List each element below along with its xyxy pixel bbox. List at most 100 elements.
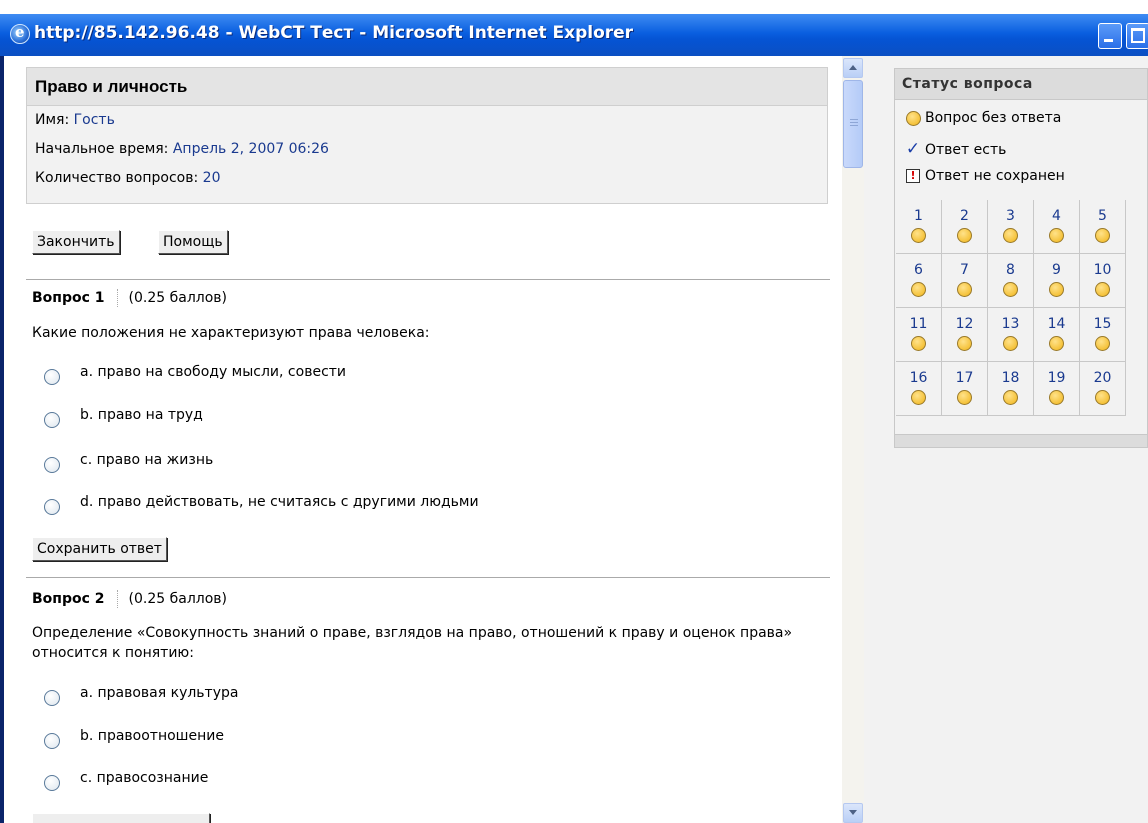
unanswered-circle-icon (1095, 227, 1110, 243)
radio-button[interactable] (44, 733, 60, 749)
question-number[interactable]: 16 (896, 370, 941, 386)
question-number[interactable]: 1 (896, 208, 941, 224)
question-link-20[interactable]: 20 (1080, 362, 1126, 416)
question-link-19[interactable]: 19 (1034, 362, 1080, 416)
question-number[interactable]: 17 (942, 370, 987, 386)
unanswered-circle-icon (911, 281, 926, 297)
status-panel-footer (895, 434, 1147, 447)
legend-unanswered-label: Вопрос без ответа (925, 110, 1062, 126)
question-number[interactable]: 10 (1080, 262, 1125, 278)
question-link-5[interactable]: 5 (1080, 200, 1126, 254)
question-number[interactable]: 8 (988, 262, 1033, 278)
question-link-6[interactable]: 6 (896, 254, 942, 308)
title-bar[interactable]: http://85.142.96.48 - WebCT Тест - Micro… (0, 14, 1148, 56)
question-2-label: Вопрос 2 (32, 591, 105, 607)
option-label: c. правосознание (80, 770, 209, 786)
question-number[interactable]: 11 (896, 316, 941, 332)
start-time-row: Начальное время: Апрель 2, 2007 06:26 (27, 135, 827, 164)
radio-button[interactable] (44, 457, 60, 473)
question-link-2[interactable]: 2 (942, 200, 988, 254)
status-panel-title: Статус вопроса (895, 69, 1147, 100)
radio-button[interactable] (44, 499, 60, 515)
question-link-13[interactable]: 13 (988, 308, 1034, 362)
question-2-header: Вопрос 2 (0.25 баллов) (32, 590, 227, 608)
unanswered-circle-icon (911, 389, 926, 405)
user-name-value: Гость (73, 112, 115, 128)
question-1-header: Вопрос 1 (0.25 баллов) (32, 289, 227, 307)
question-number[interactable]: 3 (988, 208, 1033, 224)
question-link-4[interactable]: 4 (1034, 200, 1080, 254)
question-link-14[interactable]: 14 (1034, 308, 1080, 362)
question-number[interactable]: 2 (942, 208, 987, 224)
maximize-button[interactable] (1126, 23, 1148, 49)
unanswered-circle-icon (905, 110, 921, 126)
start-time-label: Начальное время: (35, 141, 173, 157)
radio-button[interactable] (44, 369, 60, 385)
question-number[interactable]: 13 (988, 316, 1033, 332)
save-answer-button[interactable]: Сохранить ответ (32, 537, 167, 561)
question-number[interactable]: 19 (1034, 370, 1079, 386)
save-answer-button-2[interactable] (32, 813, 210, 823)
unanswered-circle-icon (1095, 335, 1110, 351)
legend-answered: ✓ Ответ есть (905, 139, 1007, 159)
question-number[interactable]: 12 (942, 316, 987, 332)
question-number[interactable]: 5 (1080, 208, 1125, 224)
scrollbar-thumb[interactable] (843, 80, 863, 168)
internet-explorer-icon (10, 23, 30, 44)
scroll-up-arrow-icon[interactable] (843, 58, 863, 78)
minimize-button[interactable] (1098, 23, 1122, 49)
help-button[interactable]: Помощь (158, 230, 228, 254)
radio-button[interactable] (44, 690, 60, 706)
question-link-7[interactable]: 7 (942, 254, 988, 308)
vertical-scrollbar[interactable] (842, 56, 864, 823)
question-number[interactable]: 14 (1034, 316, 1079, 332)
question-1-points: (0.25 баллов) (128, 290, 227, 306)
question-number[interactable]: 7 (942, 262, 987, 278)
question-number[interactable]: 9 (1034, 262, 1079, 278)
browser-window: http://85.142.96.48 - WebCT Тест - Micro… (0, 14, 1148, 823)
unanswered-circle-icon (1003, 389, 1018, 405)
question-link-18[interactable]: 18 (988, 362, 1034, 416)
scroll-down-arrow-icon[interactable] (843, 803, 863, 823)
option-label: a. правовая культура (80, 685, 239, 701)
question-link-15[interactable]: 15 (1080, 308, 1126, 362)
question-2-points: (0.25 баллов) (128, 591, 227, 607)
question-2-text: Определение «Совокупность знаний о праве… (32, 625, 793, 661)
question-link-16[interactable]: 16 (896, 362, 942, 416)
option-label: c. право на жизнь (80, 452, 214, 468)
question-link-3[interactable]: 3 (988, 200, 1034, 254)
unanswered-circle-icon (1095, 389, 1110, 405)
question-number[interactable]: 18 (988, 370, 1033, 386)
question-link-17[interactable]: 17 (942, 362, 988, 416)
window-title: http://85.142.96.48 - WebCT Тест - Micro… (34, 23, 634, 43)
separator (116, 289, 119, 307)
quiz-info-box: Право и личность Имя: Гость Начальное вр… (26, 67, 828, 204)
question-link-1[interactable]: 1 (896, 200, 942, 254)
quiz-frame: Право и личность Имя: Гость Начальное вр… (4, 56, 842, 823)
question-status-panel: Статус вопроса Вопрос без ответа ✓ Ответ … (894, 68, 1148, 448)
user-name-row: Имя: Гость (27, 106, 827, 135)
user-name-label: Имя: (35, 112, 74, 128)
divider (26, 279, 830, 280)
start-time-value: Апрель 2, 2007 06:26 (172, 141, 329, 157)
question-number[interactable]: 4 (1034, 208, 1079, 224)
unanswered-circle-icon (1095, 281, 1110, 297)
browser-content: Право и личность Имя: Гость Начальное вр… (4, 56, 1148, 823)
question-number[interactable]: 6 (896, 262, 941, 278)
finish-button[interactable]: Закончить (32, 230, 120, 254)
question-link-11[interactable]: 11 (896, 308, 942, 362)
separator (116, 590, 119, 608)
unanswered-circle-icon (957, 335, 972, 351)
question-link-9[interactable]: 9 (1034, 254, 1080, 308)
question-number[interactable]: 20 (1080, 370, 1125, 386)
legend-unanswered: Вопрос без ответа (905, 110, 1061, 126)
background-strip (0, 0, 1148, 14)
question-link-12[interactable]: 12 (942, 308, 988, 362)
question-number[interactable]: 15 (1080, 316, 1125, 332)
option-label: d. право действовать, не считаясь с друг… (80, 494, 479, 510)
radio-button[interactable] (44, 775, 60, 791)
question-link-8[interactable]: 8 (988, 254, 1034, 308)
question-link-10[interactable]: 10 (1080, 254, 1126, 308)
radio-button[interactable] (44, 412, 60, 428)
legend-answered-label: Ответ есть (925, 142, 1007, 158)
